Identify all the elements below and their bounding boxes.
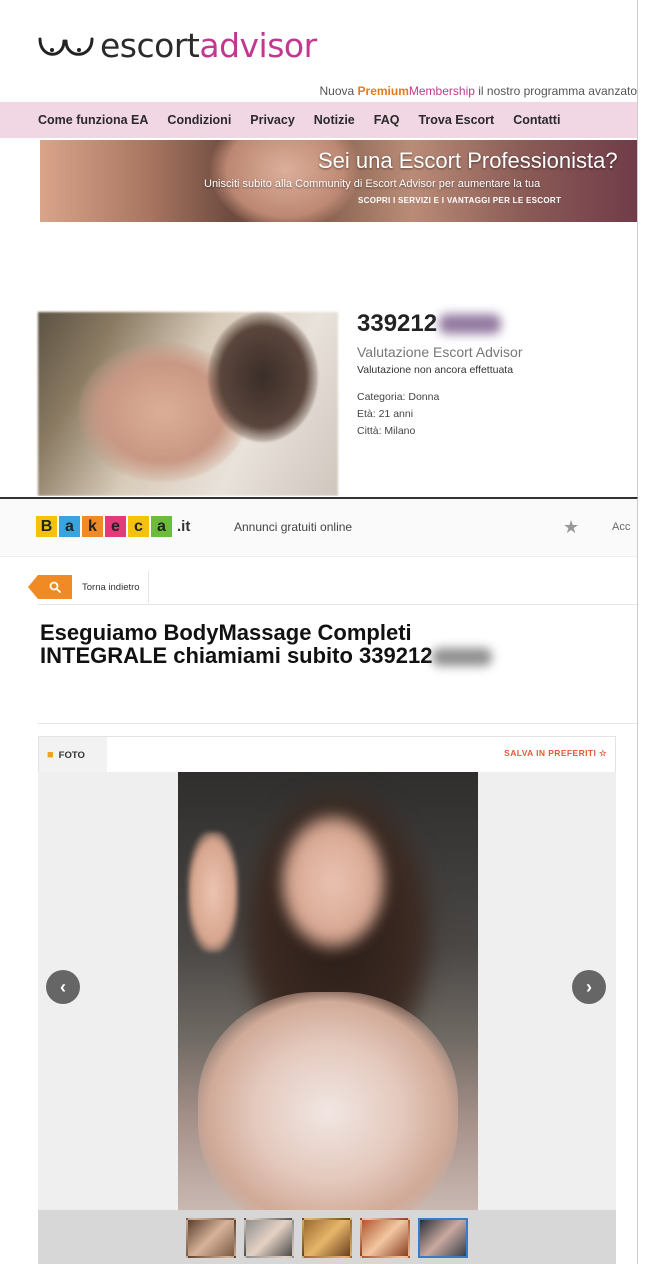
- logo-word-escort: escort: [100, 25, 200, 65]
- rating-status: Valutazione non ancora effettuata: [357, 364, 514, 376]
- photo-gallery: ‹ ›: [38, 772, 616, 1210]
- camera-icon: ■: [47, 749, 54, 761]
- premium-word: Premium: [357, 84, 409, 98]
- logo-letter-b: B: [36, 516, 57, 537]
- age-value: Età: 21 anni: [357, 408, 414, 420]
- gallery-main-image[interactable]: [178, 772, 478, 1210]
- gallery-toolbar: ■ FOTO SALVA IN PREFERITI ☆: [38, 736, 616, 773]
- category-value: Categoria: Donna: [357, 391, 440, 403]
- thumbnail-selected[interactable]: [418, 1218, 468, 1258]
- account-link[interactable]: Acc: [612, 521, 630, 533]
- profile-info: 339212 Valutazione Escort Advisor Valuta…: [357, 310, 523, 437]
- nav-faq[interactable]: FAQ: [374, 113, 400, 127]
- chevron-right-icon[interactable]: ›: [572, 970, 606, 1004]
- search-icon: [28, 575, 72, 599]
- divider: [38, 723, 637, 724]
- banner-title: Sei una Escort Professionista?: [318, 148, 618, 173]
- bakeca-panel: B a k e c a .it Annunci gratuiti online …: [0, 497, 638, 1264]
- ad-title-line1: Eseguiamo BodyMassage Completi: [40, 620, 412, 645]
- banner-cta[interactable]: SCOPRI I SERVIZI E I VANTAGGI PER LE ESC…: [358, 196, 561, 205]
- logo-letter-k: k: [82, 516, 103, 537]
- rating-title: Valutazione Escort Advisor: [357, 344, 523, 360]
- promo-banner[interactable]: Sei una Escort Professionista? Unisciti …: [40, 140, 637, 222]
- premium-prefix: Nuova: [319, 84, 358, 98]
- escortadvisor-logo[interactable]: escort advisor: [36, 20, 317, 70]
- logo-word-advisor: advisor: [199, 25, 317, 65]
- phone-redaction: [432, 648, 493, 667]
- ad-title-line2: INTEGRALE chiamiami subito 339212: [40, 643, 433, 668]
- logo-letter-c: c: [128, 516, 149, 537]
- nav-privacy[interactable]: Privacy: [250, 113, 294, 127]
- phone-number: 339212: [357, 310, 438, 337]
- star-icon[interactable]: ★: [563, 517, 579, 538]
- back-label: Torna indietro: [82, 581, 140, 593]
- chevron-left-icon[interactable]: ‹: [46, 970, 80, 1004]
- nav-trova-escort[interactable]: Trova Escort: [418, 113, 494, 127]
- premium-announcement[interactable]: Nuova PremiumMembership il nostro progra…: [320, 84, 638, 98]
- divider: [38, 604, 637, 605]
- bakeca-logo[interactable]: B a k e c a .it: [36, 516, 190, 537]
- tab-foto[interactable]: ■ FOTO: [39, 737, 107, 773]
- nav-contatti[interactable]: Contatti: [513, 113, 560, 127]
- back-button[interactable]: Torna indietro: [28, 571, 149, 603]
- thumbnail[interactable]: [360, 1218, 410, 1258]
- nav-condizioni[interactable]: Condizioni: [167, 113, 231, 127]
- thumbnail[interactable]: [302, 1218, 352, 1258]
- profile-phone: 339212: [357, 310, 523, 338]
- thumbnail-strip: [38, 1210, 616, 1264]
- nav-notizie[interactable]: Notizie: [314, 113, 355, 127]
- tagline: Annunci gratuiti online: [234, 520, 353, 534]
- ad-title: Eseguiamo BodyMassage Completi INTEGRALE…: [40, 620, 637, 668]
- city-value: Città: Milano: [357, 425, 416, 437]
- save-favorites-button[interactable]: SALVA IN PREFERITI ☆: [504, 748, 607, 759]
- logo-tld: .it: [177, 518, 191, 535]
- logo-letter-e: e: [105, 516, 126, 537]
- nav-come-funziona[interactable]: Come funziona EA: [38, 113, 148, 127]
- membership-word: Membership: [408, 84, 475, 98]
- logo-letter-a: a: [59, 516, 80, 537]
- bakeca-header: B a k e c a .it Annunci gratuiti online …: [0, 499, 637, 557]
- thumbnail[interactable]: [244, 1218, 294, 1258]
- banner-subtitle: Unisciti subito alla Community di Escort…: [204, 178, 541, 190]
- thumbnail[interactable]: [186, 1218, 236, 1258]
- tab-foto-label: FOTO: [58, 749, 85, 761]
- phone-redaction: [439, 314, 502, 334]
- logo-letter-a2: a: [151, 516, 172, 537]
- main-nav: Come funziona EA Condizioni Privacy Noti…: [0, 102, 637, 138]
- profile-photo[interactable]: [38, 312, 338, 496]
- logo-icon: [38, 37, 94, 56]
- premium-suffix: il nostro programma avanzato: [474, 84, 637, 98]
- escortadvisor-panel: escort advisor Nuova PremiumMembership il…: [0, 0, 638, 496]
